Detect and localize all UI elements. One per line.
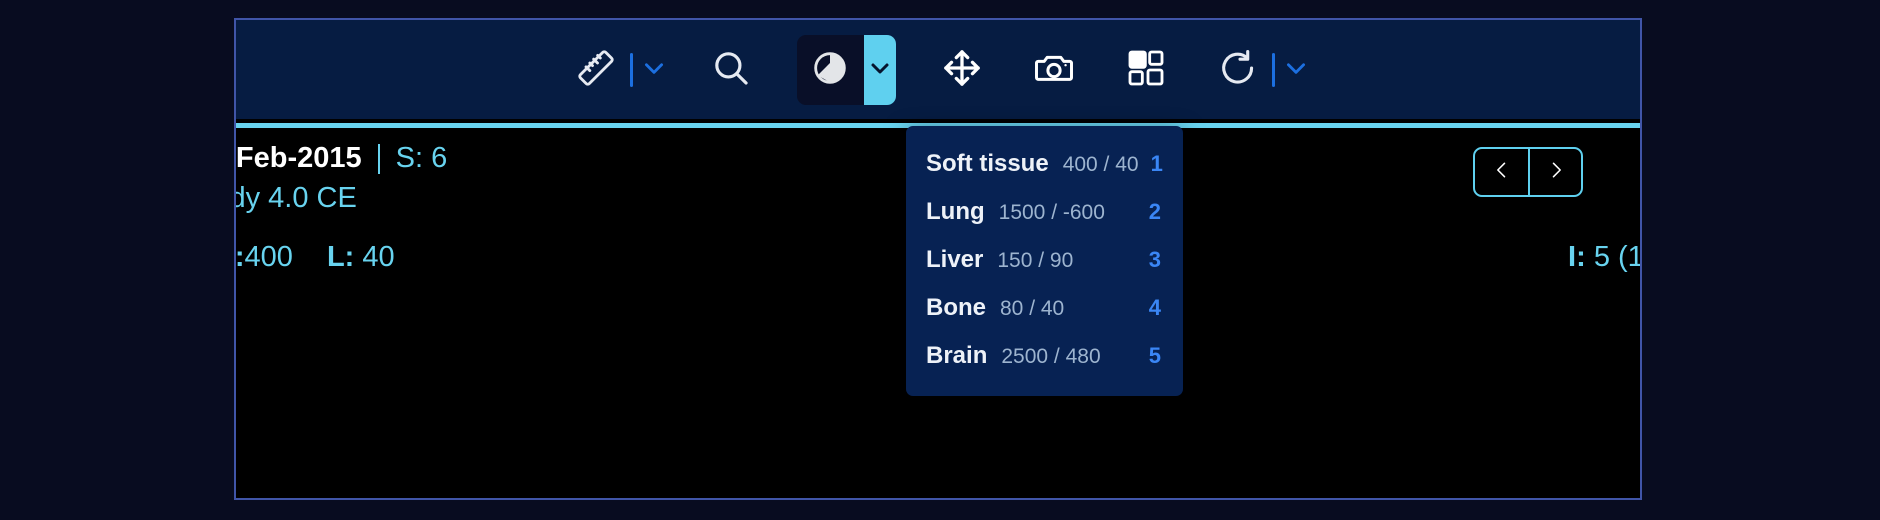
window-level-dropdown-button[interactable] [863, 34, 896, 105]
menu-item-label: Brain [926, 342, 988, 369]
previous-series-button[interactable] [1475, 149, 1528, 195]
menu-item-shortcut: 1 [1150, 151, 1163, 176]
reset-tool-button[interactable] [1206, 38, 1270, 102]
menu-item-shortcut: 5 [1148, 343, 1161, 368]
tool-group-reset [1206, 20, 1313, 119]
grid-layout-icon [1126, 48, 1166, 91]
series-description: Body 4.0 CE [236, 182, 357, 215]
window-level-preset-menu: Soft tissue 400 / 40 1 Lung 1500 / -600 … [906, 126, 1183, 396]
move-arrows-icon [940, 46, 984, 93]
window-level-split-button [796, 34, 896, 105]
contrast-circle-icon [810, 48, 850, 91]
series-navigation-control [1473, 147, 1583, 197]
camera-icon [1033, 47, 1075, 92]
window-width-value: 400 [244, 241, 293, 273]
menu-item-lung[interactable]: Lung 1500 / -600 2 [906, 188, 1183, 236]
window-width-label: W: [234, 241, 245, 273]
menu-item-bone[interactable]: Bone 80 / 40 4 [906, 284, 1183, 332]
menu-item-brain[interactable]: Brain 2500 / 480 5 [906, 332, 1183, 380]
zoom-tool-button[interactable] [699, 38, 763, 102]
menu-item-values: 400 / 40 [1062, 153, 1139, 176]
window-level-readout: L: 40 [327, 241, 395, 273]
study-date: 24-Feb-2015 [235, 142, 362, 174]
viewport-overlay-image-index: I: 5 (1/5 [1568, 241, 1642, 274]
image-index-label: I: [1568, 241, 1586, 273]
capture-tool-button[interactable] [1022, 38, 1086, 102]
menu-item-label: Bone [926, 294, 986, 321]
menu-item-label: Lung [926, 198, 985, 225]
viewer-window: 24-Feb-2015 S: 6 Body 4.0 CE W:400 L: 40… [234, 18, 1642, 500]
chevron-down-icon [1283, 55, 1309, 84]
chevron-down-icon [641, 55, 667, 84]
toolbar-divider [629, 52, 633, 87]
tool-group-measure [564, 20, 671, 119]
menu-item-values: 1500 / -600 [998, 201, 1105, 224]
series-number: S: 6 [395, 142, 448, 174]
window-level-label: L: [326, 241, 355, 273]
layout-tool-button[interactable] [1114, 38, 1178, 102]
study-info-line: 24-Feb-2015 S: 6 [235, 140, 448, 177]
viewport-overlay-top-left: 24-Feb-2015 S: 6 Body 4.0 CE [235, 140, 448, 217]
measure-tool-button[interactable] [564, 38, 628, 102]
menu-item-soft-tissue[interactable]: Soft tissue 400 / 40 1 [906, 140, 1183, 188]
magnifier-icon [710, 47, 752, 92]
chevron-down-icon [868, 56, 892, 83]
window-width-readout: W:400 [234, 241, 301, 273]
chevron-right-icon [1546, 159, 1566, 186]
reset-dropdown-button[interactable] [1279, 38, 1313, 102]
menu-item-shortcut: 2 [1148, 199, 1161, 224]
menu-item-label: Soft tissue [926, 150, 1049, 177]
window-level-tool-button[interactable] [796, 34, 864, 105]
next-series-button[interactable] [1528, 149, 1581, 195]
viewport-overlay-window-level: W:400 L: 40 [234, 241, 395, 274]
window-level-value: 40 [362, 241, 395, 273]
pan-tool-button[interactable] [930, 38, 994, 102]
menu-item-values: 80 / 40 [1000, 297, 1065, 320]
menu-item-values: 2500 / 480 [1001, 345, 1101, 368]
menu-item-label: Liver [926, 246, 984, 273]
chevron-left-icon [1492, 159, 1512, 186]
toolbar [236, 20, 1640, 119]
image-index-value: 5 (1/5 [1593, 241, 1642, 273]
menu-item-shortcut: 4 [1148, 295, 1161, 320]
toolbar-divider [1271, 52, 1275, 87]
rotate-cw-icon [1216, 46, 1260, 93]
measure-dropdown-button[interactable] [637, 38, 671, 102]
ruler-icon [576, 48, 616, 91]
menu-item-values: 150 / 90 [997, 249, 1074, 272]
overlay-divider [377, 143, 380, 174]
menu-item-shortcut: 3 [1148, 247, 1161, 272]
menu-item-liver[interactable]: Liver 150 / 90 3 [906, 236, 1183, 284]
